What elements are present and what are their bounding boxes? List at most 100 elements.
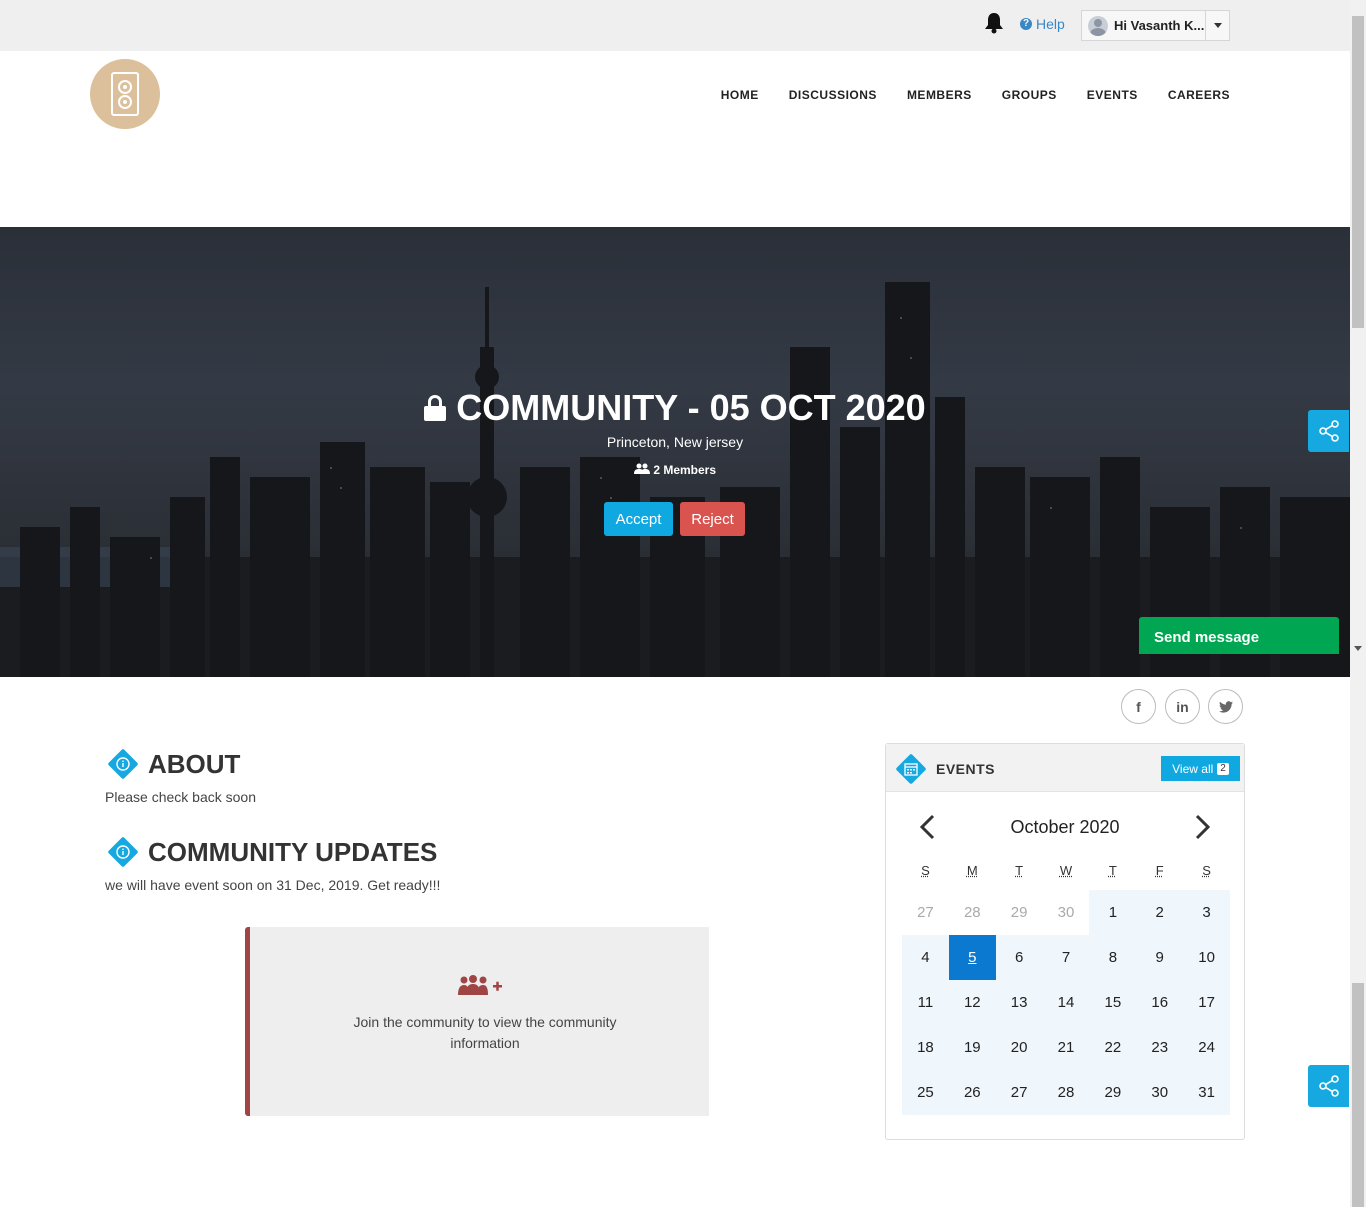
nav-events[interactable]: EVENTS [1087,88,1138,102]
send-message-button[interactable]: Send message [1139,617,1339,654]
scroll-down-arrow[interactable] [1354,646,1362,651]
calendar-month: October 2020 [1010,817,1120,837]
calendar-day[interactable]: 20 [995,1025,1043,1070]
calendar-grid: S M T W T F S 27 28 29 30 1 2 3 4 5 6 7 … [902,856,1231,1115]
calendar-day[interactable]: 8 [1089,935,1137,980]
weekday: M [966,863,978,878]
about-title: ABOUT [148,749,241,779]
weekday: W [1059,863,1073,878]
scrollbar-thumb-secondary[interactable] [1352,983,1364,1207]
nav-discussions[interactable]: DISCUSSIONS [789,88,877,102]
nav-careers[interactable]: CAREERS [1168,88,1230,102]
twitter-icon[interactable] [1208,689,1243,724]
share-icon [1318,420,1339,442]
city-skyline-image [0,282,1350,677]
community-title-text: COMMUNITY - 05 OCT 2020 [456,387,926,428]
weekday: T [1108,863,1117,878]
calendar-day[interactable]: 7 [1042,935,1090,980]
events-header: EVENTS View all 2 [886,744,1244,792]
nav-home[interactable]: HOME [721,88,759,102]
join-community-notice: Join the community to view the community… [245,927,709,1116]
calendar-day[interactable]: 17 [1183,980,1231,1025]
weekday: S [921,863,930,878]
help-icon: ? [1020,18,1032,30]
events-count-badge: 2 [1217,762,1229,775]
calendar-icon [896,754,926,784]
calendar-day-selected[interactable]: 5 [948,935,996,980]
calendar-day[interactable]: 1 [1089,890,1137,935]
site-logo[interactable] [90,59,160,129]
calendar-day[interactable]: 10 [1183,935,1231,980]
calendar-day[interactable]: 19 [948,1025,996,1070]
calendar-day[interactable]: 29 [1089,1070,1137,1115]
calendar-day[interactable]: 22 [1089,1025,1137,1070]
calendar-day[interactable]: 6 [995,935,1043,980]
calendar-day[interactable]: 11 [902,980,949,1025]
calendar-day[interactable]: 26 [948,1070,996,1115]
calendar-day[interactable]: 2 [1136,890,1184,935]
share-button-top[interactable] [1308,410,1349,452]
calendar-weekdays: S M T W T F S [902,856,1230,890]
linkedin-icon[interactable]: in [1165,689,1200,724]
calendar-day[interactable]: 27 [902,890,949,935]
reject-button[interactable]: Reject [680,502,745,536]
calendar-day[interactable]: 28 [949,890,996,935]
community-members[interactable]: 2 Members [0,463,1350,477]
chevron-down-icon[interactable] [1205,11,1229,40]
calendar-day[interactable]: 21 [1042,1025,1090,1070]
nav-members[interactable]: MEMBERS [907,88,972,102]
members-icon [633,463,650,474]
info-icon [107,836,138,867]
calendar-day[interactable]: 13 [995,980,1043,1025]
main-nav: HOME DISCUSSIONS MEMBERS GROUPS EVENTS C… [721,88,1230,102]
calendar-day[interactable]: 14 [1042,980,1090,1025]
view-all-events-button[interactable]: View all 2 [1161,756,1240,781]
lock-icon [424,395,447,421]
events-title: EVENTS [936,761,996,777]
chevron-right-icon[interactable] [1192,814,1212,840]
community-location: Princeton, New jersey [606,434,744,450]
bell-icon[interactable] [984,12,1004,34]
calendar-day[interactable]: 25 [902,1070,949,1115]
calendar-day[interactable]: 3 [1183,890,1231,935]
calendar-day[interactable]: 24 [1183,1025,1231,1070]
hero-banner: COMMUNITY - 05 OCT 2020 Princeton, New j… [0,227,1350,677]
calendar-day[interactable]: 12 [948,980,996,1025]
help-link[interactable]: ? Help [1020,16,1065,32]
calendar-day[interactable]: 16 [1136,980,1184,1025]
calendar-day[interactable]: 15 [1089,980,1137,1025]
nav-groups[interactable]: GROUPS [1002,88,1057,102]
scrollbar-thumb[interactable] [1352,16,1364,328]
share-icon [1318,1075,1339,1097]
weekday: F [1155,863,1164,878]
info-icon [107,748,138,779]
accept-button[interactable]: Accept [604,502,673,536]
calendar-day[interactable]: 30 [1043,890,1090,935]
calendar-week: 18 19 20 21 22 23 24 [902,1025,1231,1070]
join-community-text: Join the community to view the community… [353,1014,617,1051]
calendar-day[interactable]: 23 [1136,1025,1184,1070]
top-bar: ? Help Hi Vasanth K... [0,0,1350,51]
share-button-bottom[interactable] [1308,1065,1349,1107]
calendar-week: 25 26 27 28 29 30 31 [902,1070,1231,1115]
calendar-day[interactable]: 29 [996,890,1043,935]
user-avatar [1088,15,1108,36]
facebook-icon[interactable]: f [1121,689,1156,724]
user-name: Hi Vasanth K... [1114,18,1204,33]
calendar-day[interactable]: 28 [1042,1070,1090,1115]
view-all-label: View all [1172,761,1214,776]
page-scrollbar[interactable] [1350,0,1366,1207]
calendar-day[interactable]: 4 [902,935,949,980]
calendar-day[interactable]: 18 [902,1025,949,1070]
add-group-icon [458,975,502,995]
calendar-day[interactable]: 27 [995,1070,1043,1115]
calendar-day[interactable]: 9 [1136,935,1184,980]
calendar-week: 11 12 13 14 15 16 17 [902,980,1231,1025]
weekday: S [1202,863,1211,878]
calendar-day[interactable]: 31 [1183,1070,1231,1115]
help-label: Help [1036,16,1065,32]
community-updates-title: COMMUNITY UPDATES [148,837,438,867]
calendar-day[interactable]: 30 [1136,1070,1184,1115]
user-menu[interactable]: Hi Vasanth K... [1081,10,1230,41]
weekday: T [1015,863,1024,878]
